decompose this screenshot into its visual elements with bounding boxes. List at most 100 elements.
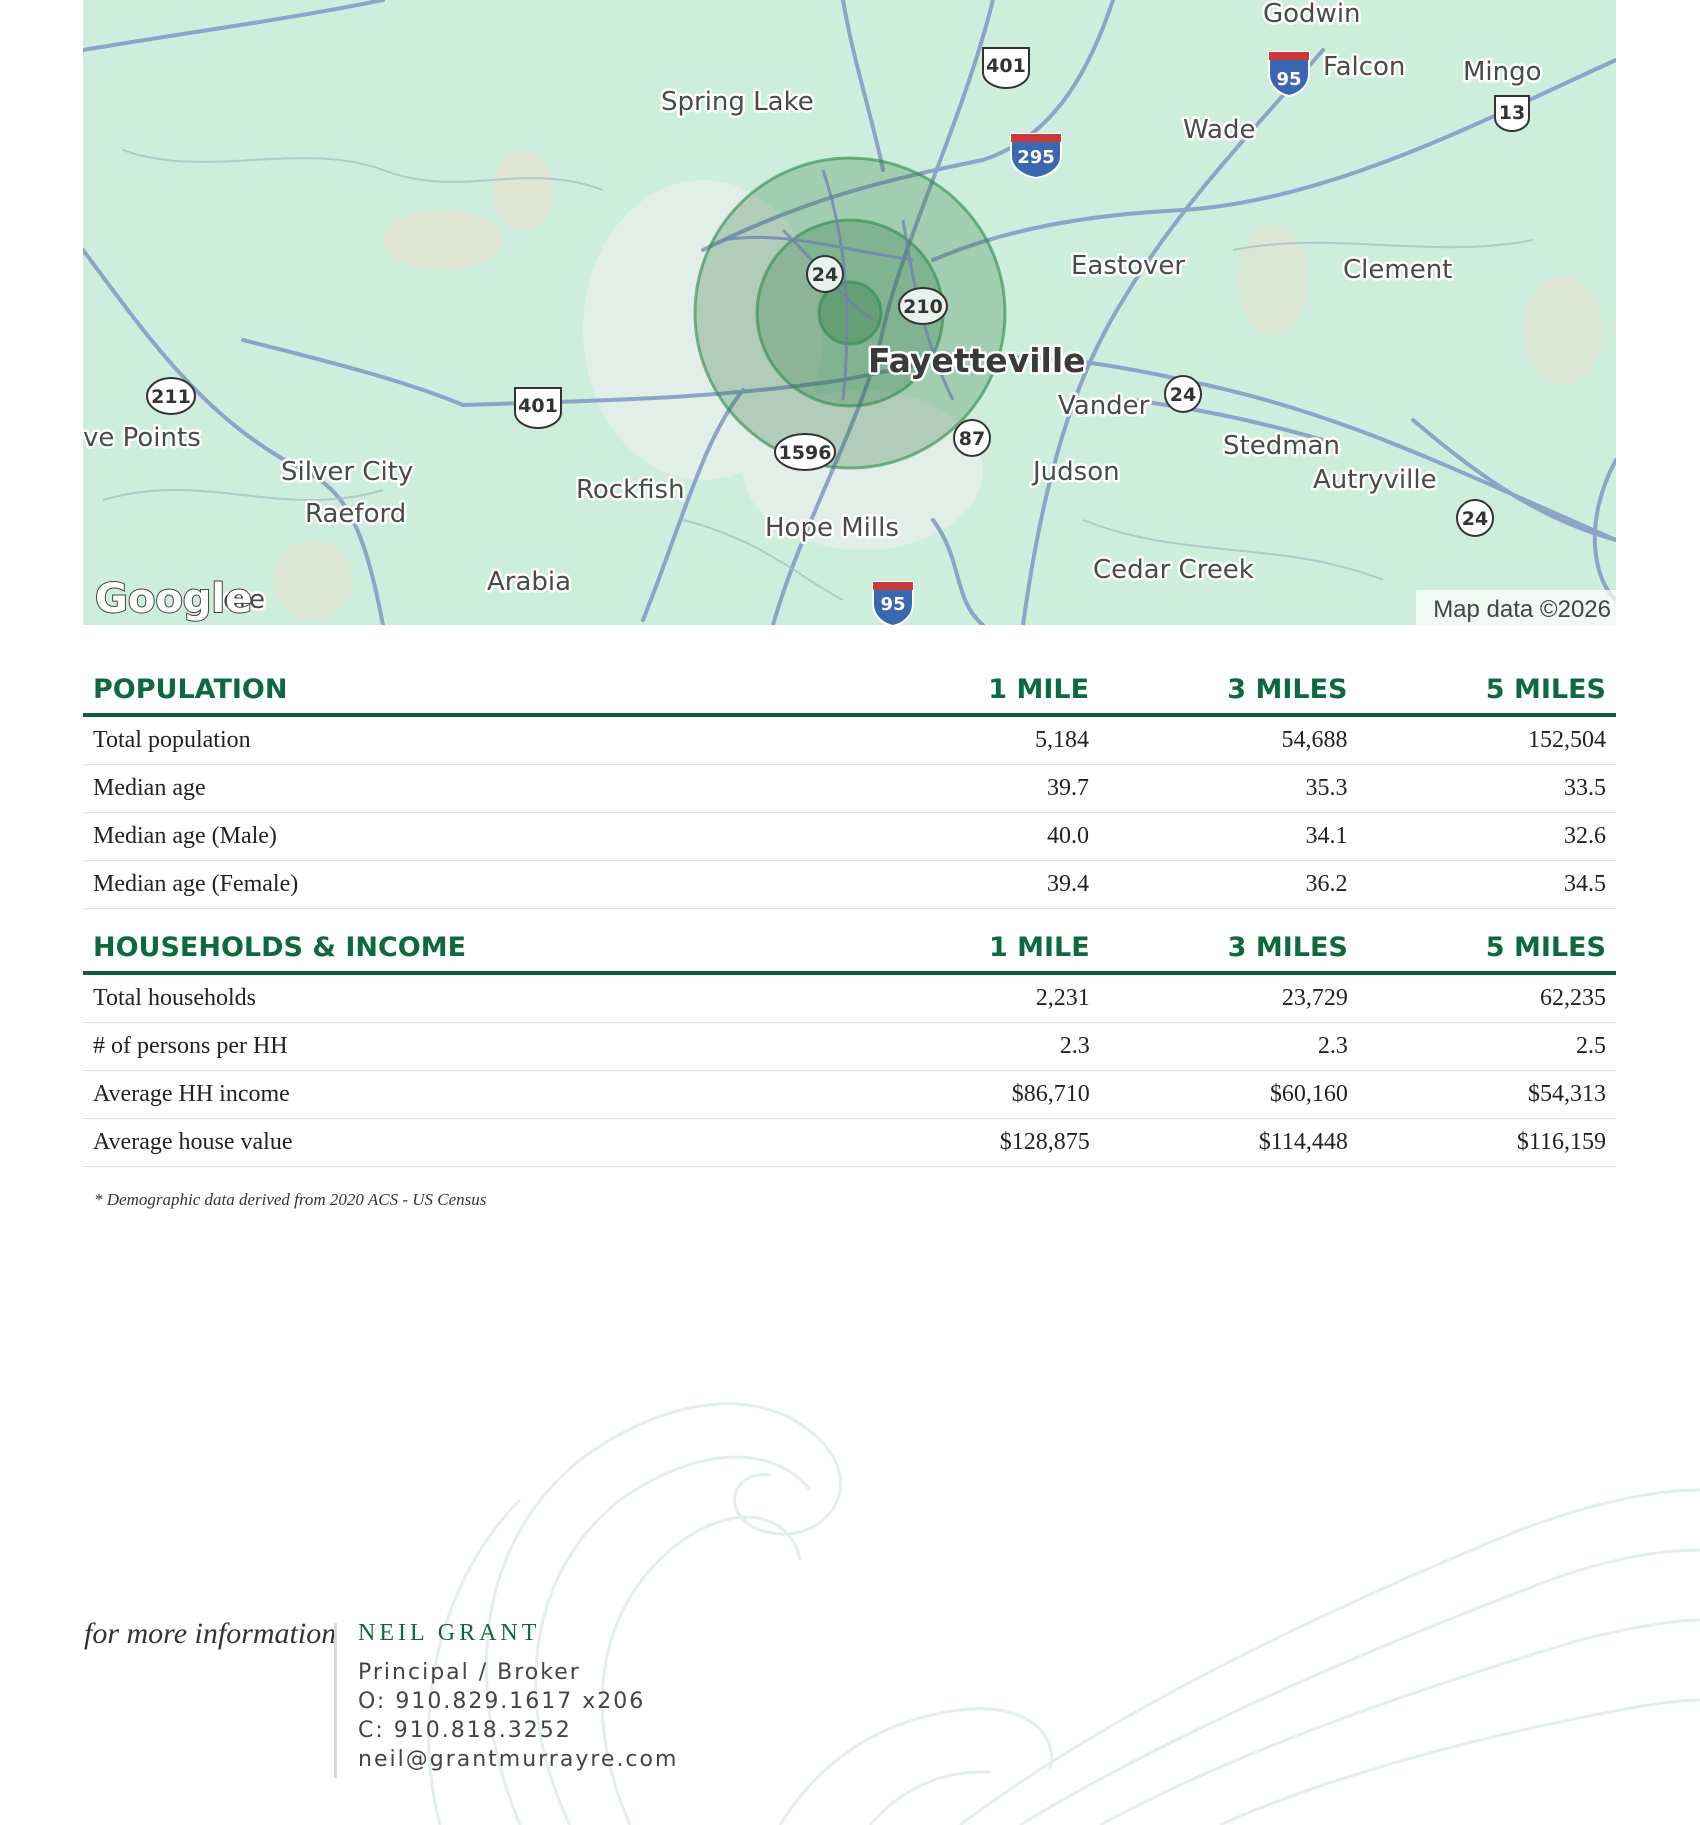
cell-5-miles: 34.5 — [1357, 860, 1616, 909]
cell-3-miles: 34.1 — [1099, 812, 1358, 861]
households-table: HOUSEHOLDS & INCOME 1 MILE 3 MILES 5 MIL… — [83, 918, 1616, 1167]
table-row: Average house value $128,875 $114,448 $1… — [83, 1118, 1616, 1167]
row-label: Median age (Male) — [83, 812, 842, 861]
svg-text:295: 295 — [1017, 147, 1055, 168]
map-label-spring-lake: Spring Lake — [661, 87, 814, 117]
map-label-fayetteville: Fayetteville — [868, 341, 1086, 380]
cell-5-miles: 2.5 — [1357, 1022, 1616, 1071]
table-row: Total households 2,231 23,729 62,235 — [83, 973, 1616, 1023]
population-col-5-miles: 5 MILES — [1357, 660, 1616, 717]
map-attribution-link[interactable]: Map data ©2026 — [1433, 596, 1611, 623]
agent-name: NEIL GRANT — [358, 1620, 541, 1646]
map-label-eastover: Eastover — [1071, 251, 1185, 281]
row-label: # of persons per HH — [83, 1022, 842, 1071]
map-label-raeford: Raeford — [305, 499, 406, 529]
cell-5-miles: $54,313 — [1357, 1070, 1616, 1119]
map-label-arabia: Arabia — [487, 567, 571, 597]
population-header-row: POPULATION 1 MILE 3 MILES 5 MILES — [83, 660, 1616, 717]
cell-1-mile: 2,231 — [841, 973, 1100, 1023]
location-map[interactable]: Godwin Falcon Mingo Spring Lake Wade Eas… — [83, 0, 1616, 625]
row-label: Total population — [83, 715, 842, 765]
contact-divider — [334, 1623, 337, 1778]
map-label-seven-points: ve Points — [83, 423, 201, 453]
row-label: Median age — [83, 764, 842, 813]
interstate-95-shield-icon: 95 — [1268, 51, 1310, 98]
cell-3-miles: 35.3 — [1099, 764, 1358, 813]
svg-text:210: 210 — [903, 296, 943, 318]
map-label-mingo: Mingo — [1463, 57, 1542, 87]
svg-text:401: 401 — [986, 55, 1026, 77]
table-row: # of persons per HH 2.3 2.3 2.5 — [83, 1022, 1616, 1071]
cell-3-miles: $114,448 — [1099, 1118, 1358, 1167]
households-col-3-miles: 3 MILES — [1099, 918, 1358, 975]
agent-cell-phone[interactable]: C: 910.818.3252 — [358, 1718, 572, 1743]
interstate-295-shield-icon: 295 — [1010, 133, 1062, 180]
cell-5-miles: 62,235 — [1357, 973, 1616, 1023]
svg-text:87: 87 — [959, 428, 985, 450]
agent-email-link[interactable]: neil@grantmurrayre.com — [358, 1747, 678, 1772]
table-row: Median age 39.7 35.3 33.5 — [83, 764, 1616, 813]
cell-3-miles: 36.2 — [1099, 860, 1358, 909]
svg-text:24: 24 — [1170, 384, 1196, 406]
cell-5-miles: 32.6 — [1357, 812, 1616, 861]
svg-text:211: 211 — [151, 386, 191, 408]
cell-1-mile: 40.0 — [841, 812, 1100, 861]
map-label-hope-mills: Hope Mills — [765, 513, 899, 543]
nc24-marker-icon: 24 — [1164, 375, 1202, 413]
nc24-marker-icon: 24 — [1456, 499, 1494, 537]
cell-5-miles: $116,159 — [1357, 1118, 1616, 1167]
google-logo: Google — [95, 576, 252, 622]
for-more-information: for more information — [84, 1617, 337, 1650]
census-footnote: * Demographic data derived from 2020 ACS… — [94, 1190, 487, 1209]
cell-5-miles: 152,504 — [1357, 715, 1616, 765]
cell-3-miles: 2.3 — [1099, 1022, 1358, 1071]
row-label: Median age (Female) — [83, 860, 842, 909]
map-label-falcon: Falcon — [1323, 52, 1405, 82]
map-label-clement: Clement — [1343, 255, 1452, 285]
population-col-1-mile: 1 MILE — [841, 660, 1100, 717]
cell-3-miles: 23,729 — [1099, 973, 1358, 1023]
households-col-1-mile: 1 MILE — [841, 918, 1100, 975]
row-label: Average HH income — [83, 1070, 842, 1119]
svg-text:1596: 1596 — [779, 442, 832, 464]
svg-text:95: 95 — [880, 594, 905, 615]
map-label-autryville: Autryville — [1313, 465, 1437, 495]
map-label-godwin: Godwin — [1263, 0, 1361, 29]
us401-shield-icon: 401 — [514, 387, 562, 430]
row-label: Average house value — [83, 1118, 842, 1167]
population-heading: POPULATION — [83, 660, 842, 717]
svg-text:401: 401 — [518, 395, 558, 417]
table-row: Median age (Female) 39.4 36.2 34.5 — [83, 860, 1616, 909]
nc87-marker-icon: 87 — [953, 419, 991, 457]
nc13-shield-icon: 13 — [1494, 95, 1530, 133]
map-label-vander: Vander — [1058, 391, 1150, 421]
cell-1-mile: 39.7 — [841, 764, 1100, 813]
svg-text:24: 24 — [812, 264, 838, 286]
cell-3-miles: 54,688 — [1099, 715, 1358, 765]
table-row: Median age (Male) 40.0 34.1 32.6 — [83, 812, 1616, 861]
agent-office-phone[interactable]: O: 910.829.1617 x206 — [358, 1689, 645, 1714]
us401-shield-icon: 401 — [982, 47, 1030, 90]
cell-1-mile: 2.3 — [841, 1022, 1100, 1071]
svg-text:24: 24 — [1462, 508, 1488, 530]
svg-text:95: 95 — [1276, 69, 1301, 90]
map-label-judson: Judson — [1031, 457, 1120, 487]
cell-1-mile: 5,184 — [841, 715, 1100, 765]
population-table: POPULATION 1 MILE 3 MILES 5 MILES Total … — [83, 660, 1616, 909]
radius-rings — [693, 156, 1007, 470]
map-label-rockfish: Rockfish — [576, 475, 685, 505]
households-heading: HOUSEHOLDS & INCOME — [83, 918, 842, 975]
households-header-row: HOUSEHOLDS & INCOME 1 MILE 3 MILES 5 MIL… — [83, 918, 1616, 975]
svg-text:13: 13 — [1499, 102, 1525, 124]
map-label-cedar-creek: Cedar Creek — [1093, 555, 1254, 585]
sr1596-marker-icon: 1596 — [774, 433, 836, 471]
agent-title: Principal / Broker — [358, 1660, 581, 1685]
map-label-silver-city: Silver City — [281, 457, 413, 487]
nc211-marker-icon: 211 — [146, 377, 196, 415]
table-row: Total population 5,184 54,688 152,504 — [83, 715, 1616, 765]
nc24-marker-icon: 24 — [806, 255, 844, 293]
nc210-marker-icon: 210 — [898, 287, 948, 325]
cell-5-miles: 33.5 — [1357, 764, 1616, 813]
row-label: Total households — [83, 973, 842, 1023]
cell-1-mile: 39.4 — [841, 860, 1100, 909]
